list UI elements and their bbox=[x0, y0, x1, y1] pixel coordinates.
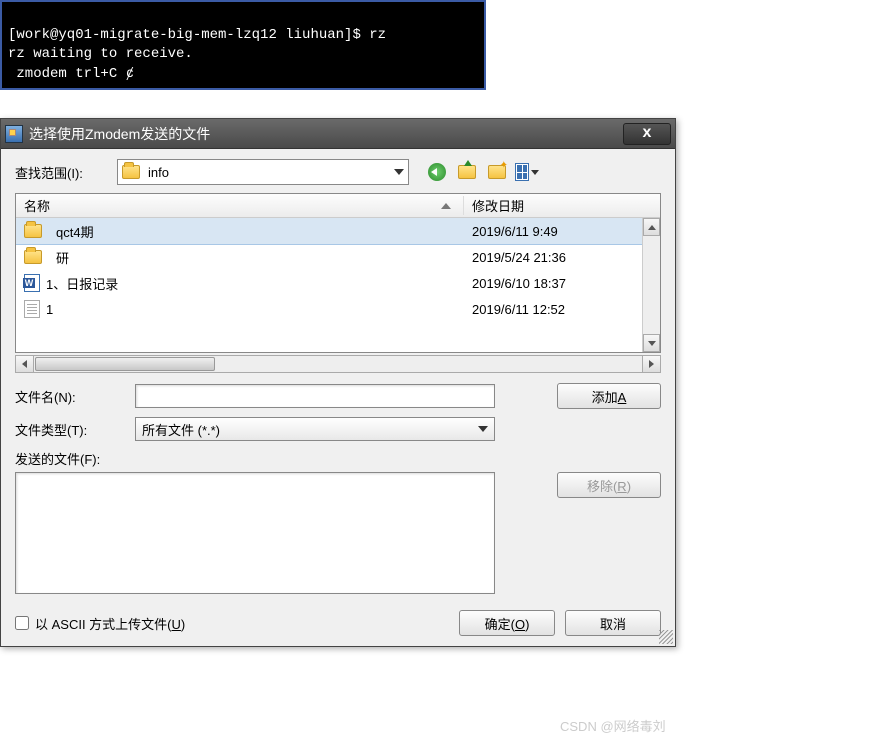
view-menu-button[interactable] bbox=[515, 160, 539, 184]
dialog-title: 选择使用Zmodem发送的文件 bbox=[29, 124, 623, 144]
ascii-label: 以 ASCII 方式上传文件(U) bbox=[35, 614, 185, 633]
word-doc-icon bbox=[24, 274, 40, 292]
watermark: CSDN @网络毒刘 bbox=[560, 716, 666, 735]
filetype-combo[interactable]: 所有文件 (*.*) bbox=[135, 417, 495, 441]
remove-button[interactable]: 移除(R) bbox=[557, 472, 661, 498]
table-row[interactable]: 1、日报记录 2019/6/10 18:37 bbox=[16, 270, 660, 296]
file-name: 1 bbox=[46, 302, 53, 317]
terminal-line: zmodem trl+C ȼ bbox=[8, 66, 134, 82]
terminal-line: [work@yq01-migrate-big-mem-lzq12 liuhuan… bbox=[8, 27, 386, 43]
cancel-button[interactable]: 取消 bbox=[565, 610, 661, 636]
folder-icon bbox=[24, 224, 42, 238]
scroll-right-button[interactable] bbox=[642, 356, 660, 372]
filename-label: 文件名(N): bbox=[15, 387, 127, 406]
file-list-header: 名称 修改日期 bbox=[16, 194, 660, 218]
lookin-value: info bbox=[148, 165, 169, 180]
table-row[interactable]: 1 2019/6/11 12:52 bbox=[16, 296, 660, 322]
scroll-down-button[interactable] bbox=[643, 334, 660, 352]
vertical-scrollbar[interactable] bbox=[642, 218, 660, 352]
new-folder-icon bbox=[488, 165, 506, 179]
terminal-line: rz waiting to receive. bbox=[8, 46, 193, 62]
file-list: 名称 修改日期 qct4期 2019/6/11 9:49 研 2019/5/24 21… bbox=[15, 193, 661, 353]
filetype-value: 所有文件 (*.*) bbox=[142, 420, 220, 439]
file-date: 2019/5/24 21:36 bbox=[464, 250, 660, 265]
file-date: 2019/6/11 12:52 bbox=[464, 302, 660, 317]
filetype-label: 文件类型(T): bbox=[15, 420, 127, 439]
lookin-label: 查找范围(I): bbox=[15, 163, 109, 182]
up-one-level-button[interactable] bbox=[455, 160, 479, 184]
titlebar[interactable]: 选择使用Zmodem发送的文件 x bbox=[1, 119, 675, 149]
column-header-date[interactable]: 修改日期 bbox=[464, 196, 660, 215]
files-to-send-list[interactable] bbox=[15, 472, 495, 594]
column-header-name[interactable]: 名称 bbox=[16, 196, 464, 215]
sort-asc-icon bbox=[441, 203, 451, 209]
ascii-upload-checkbox[interactable]: 以 ASCII 方式上传文件(U) bbox=[15, 614, 185, 633]
ok-button[interactable]: 确定(O) bbox=[459, 610, 555, 636]
resize-grip-icon[interactable] bbox=[659, 630, 673, 644]
close-button[interactable]: x bbox=[623, 123, 671, 145]
scroll-left-button[interactable] bbox=[16, 356, 34, 372]
new-folder-button[interactable] bbox=[485, 160, 509, 184]
horizontal-scrollbar[interactable] bbox=[15, 355, 661, 373]
chevron-down-icon bbox=[478, 426, 488, 432]
view-grid-icon bbox=[515, 163, 529, 181]
scroll-up-button[interactable] bbox=[643, 218, 660, 236]
lookin-combo[interactable]: info bbox=[117, 159, 409, 185]
filename-input[interactable] bbox=[135, 384, 495, 408]
add-button[interactable]: 添加A bbox=[557, 383, 661, 409]
table-row[interactable]: 研 2019/5/24 21:36 bbox=[16, 244, 660, 270]
terminal: [work@yq01-migrate-big-mem-lzq12 liuhuan… bbox=[0, 0, 486, 90]
file-date: 2019/6/10 18:37 bbox=[464, 276, 660, 291]
folder-icon bbox=[122, 165, 140, 179]
chevron-down-icon bbox=[394, 169, 404, 175]
file-dialog: 选择使用Zmodem发送的文件 x 查找范围(I): info 名称 bbox=[0, 118, 676, 647]
app-icon bbox=[5, 125, 23, 143]
file-name: 研 bbox=[56, 248, 69, 267]
folder-up-icon bbox=[458, 165, 476, 179]
back-icon bbox=[428, 163, 446, 181]
files-to-send-label: 发送的文件(F): bbox=[15, 449, 661, 468]
table-row[interactable]: qct4期 2019/6/11 9:49 bbox=[16, 218, 660, 244]
file-name: 1、日报记录 bbox=[46, 274, 118, 293]
file-date: 2019/6/11 9:49 bbox=[464, 224, 660, 239]
folder-icon bbox=[24, 250, 42, 264]
chevron-down-icon bbox=[531, 170, 539, 175]
text-file-icon bbox=[24, 300, 40, 318]
ascii-checkbox-input[interactable] bbox=[15, 616, 29, 630]
back-button[interactable] bbox=[425, 160, 449, 184]
scroll-thumb[interactable] bbox=[35, 357, 215, 371]
file-name: qct4期 bbox=[56, 222, 94, 241]
